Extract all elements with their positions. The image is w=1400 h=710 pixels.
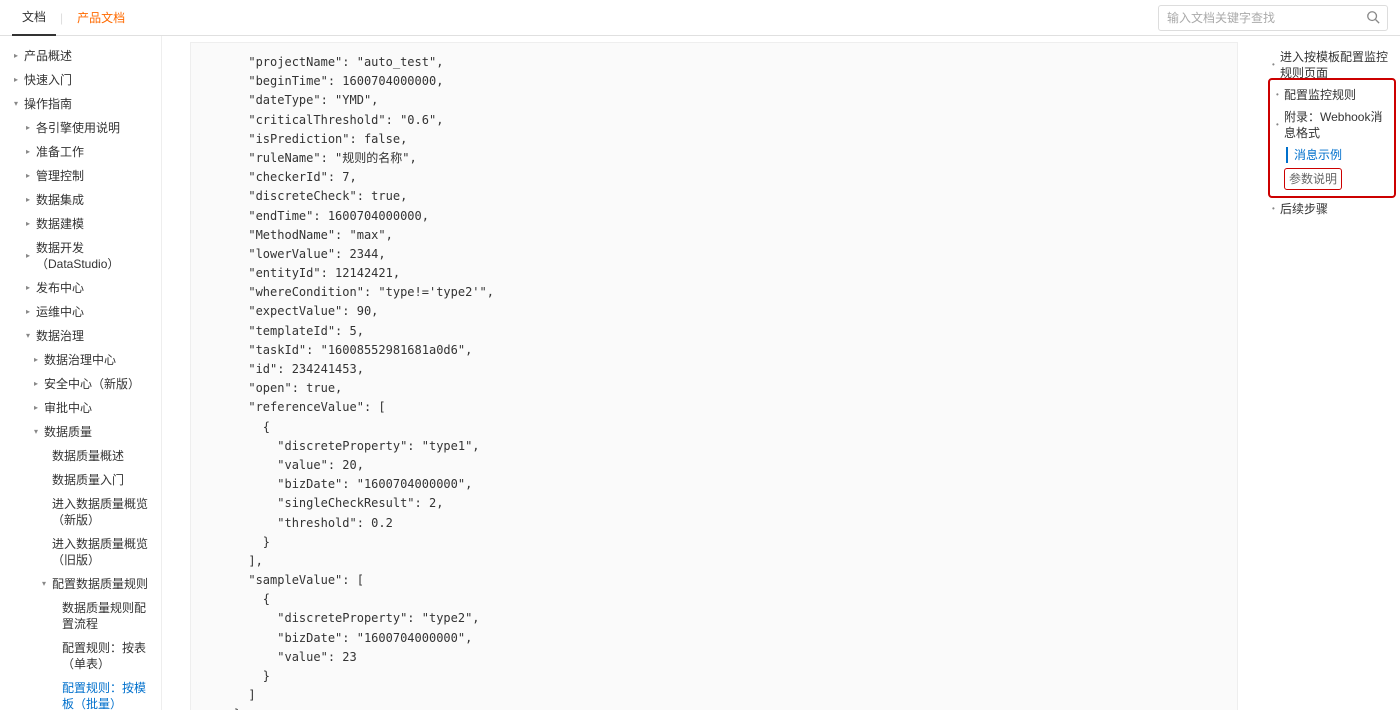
sidebar-item-label: 配置规则：按模板（批量） bbox=[62, 680, 155, 710]
chevron-icon: ▾ bbox=[42, 576, 52, 592]
chevron-icon: ▸ bbox=[26, 280, 36, 296]
outline: •进入按模板配置监控规则页面•配置监控规则•附录：Webhook消息格式消息示例… bbox=[1260, 36, 1400, 710]
sidebar-item-label: 进入数据质量概览（旧版） bbox=[52, 536, 155, 568]
sidebar-item[interactable]: ▸发布中心 bbox=[0, 276, 161, 300]
chevron-icon: ▸ bbox=[26, 168, 36, 184]
outline-item[interactable]: •附录：Webhook消息格式 bbox=[1272, 106, 1392, 144]
topbar: 文档 | 产品文档 bbox=[0, 0, 1400, 36]
bullet-icon: • bbox=[1272, 201, 1280, 217]
outline-item-label: 配置监控规则 bbox=[1284, 87, 1356, 103]
sidebar-item-label: 数据质量入门 bbox=[52, 472, 124, 488]
outline-highlight-box: •配置监控规则•附录：Webhook消息格式消息示例参数说明 bbox=[1268, 78, 1396, 198]
search-wrap bbox=[1158, 5, 1388, 31]
chevron-icon: ▾ bbox=[14, 96, 24, 112]
sidebar-item-label: 配置数据质量规则 bbox=[52, 576, 148, 592]
sidebar-item-label: 发布中心 bbox=[36, 280, 84, 296]
chevron-icon: ▸ bbox=[26, 248, 36, 264]
sidebar-item[interactable]: ▸运维中心 bbox=[0, 300, 161, 324]
chevron-icon: ▸ bbox=[26, 144, 36, 160]
sidebar-item-label: 数据治理中心 bbox=[44, 352, 116, 368]
sidebar-item-label: 数据集成 bbox=[36, 192, 84, 208]
chevron-icon: ▸ bbox=[26, 192, 36, 208]
sidebar-item-label: 管理控制 bbox=[36, 168, 84, 184]
chevron-icon: ▾ bbox=[34, 424, 44, 440]
sidebar-item-label: 各引擎使用说明 bbox=[36, 120, 120, 136]
sidebar-item[interactable]: ▸安全中心（新版） bbox=[0, 372, 161, 396]
sidebar-item[interactable]: 进入数据质量概览（新版） bbox=[0, 492, 161, 532]
outline-item-label: 消息示例 bbox=[1286, 147, 1342, 163]
sidebar-item[interactable]: ▾数据治理 bbox=[0, 324, 161, 348]
sidebar-item-label: 准备工作 bbox=[36, 144, 84, 160]
outline-item-label: 附录：Webhook消息格式 bbox=[1284, 109, 1390, 141]
code-block: "projectName": "auto_test", "beginTime":… bbox=[190, 42, 1238, 710]
sidebar-item[interactable]: ▾操作指南 bbox=[0, 92, 161, 116]
outline-item[interactable]: 参数说明 bbox=[1284, 168, 1342, 190]
sidebar-item[interactable]: 配置规则：按模板（批量） bbox=[0, 676, 161, 710]
sidebar-item[interactable]: ▸快速入门 bbox=[0, 68, 161, 92]
sidebar-item[interactable]: ▸准备工作 bbox=[0, 140, 161, 164]
sidebar-item[interactable]: 数据质量概述 bbox=[0, 444, 161, 468]
chevron-icon: ▸ bbox=[34, 376, 44, 392]
chevron-icon: ▸ bbox=[26, 120, 36, 136]
sidebar-item-label: 数据开发（DataStudio） bbox=[36, 240, 155, 272]
sidebar-item[interactable]: 数据质量规则配置流程 bbox=[0, 596, 161, 636]
search-icon[interactable] bbox=[1366, 10, 1380, 24]
sidebar-item[interactable]: ▸数据开发（DataStudio） bbox=[0, 236, 161, 276]
sidebar-item[interactable]: ▸数据治理中心 bbox=[0, 348, 161, 372]
sidebar-item-label: 运维中心 bbox=[36, 304, 84, 320]
sidebar-item-label: 配置规则：按表（单表） bbox=[62, 640, 155, 672]
sidebar-item-label: 数据质量规则配置流程 bbox=[62, 600, 155, 632]
sidebar-item-label: 数据治理 bbox=[36, 328, 84, 344]
outline-item[interactable]: •进入按模板配置监控规则页面 bbox=[1268, 46, 1396, 84]
sidebar-item-label: 数据建模 bbox=[36, 216, 84, 232]
chevron-icon: ▸ bbox=[34, 400, 44, 416]
bullet-icon: • bbox=[1276, 117, 1284, 133]
chevron-icon: ▸ bbox=[14, 72, 24, 88]
outline-item[interactable]: •配置监控规则 bbox=[1272, 84, 1392, 106]
sidebar[interactable]: ▸产品概述▸快速入门▾操作指南▸各引擎使用说明▸准备工作▸管理控制▸数据集成▸数… bbox=[0, 36, 162, 710]
outline-item[interactable]: •后续步骤 bbox=[1268, 198, 1396, 220]
sidebar-item-label: 操作指南 bbox=[24, 96, 72, 112]
outline-item-label: 进入按模板配置监控规则页面 bbox=[1280, 49, 1394, 81]
sidebar-item[interactable]: 配置规则：按表（单表） bbox=[0, 636, 161, 676]
outline-item-label: 参数说明 bbox=[1289, 172, 1337, 186]
tab-separator: | bbox=[60, 11, 63, 25]
sidebar-item-label: 数据质量概述 bbox=[52, 448, 124, 464]
sidebar-item-label: 审批中心 bbox=[44, 400, 92, 416]
tab-doc[interactable]: 文档 bbox=[12, 0, 56, 36]
chevron-icon: ▸ bbox=[26, 216, 36, 232]
sidebar-item-label: 安全中心（新版） bbox=[44, 376, 140, 392]
chevron-icon: ▸ bbox=[14, 48, 24, 64]
sidebar-item[interactable]: ▾配置数据质量规则 bbox=[0, 572, 161, 596]
outline-item[interactable]: 消息示例 bbox=[1272, 144, 1392, 166]
sidebar-item[interactable]: 进入数据质量概览（旧版） bbox=[0, 532, 161, 572]
sidebar-item-label: 数据质量 bbox=[44, 424, 92, 440]
sidebar-item[interactable]: ▸产品概述 bbox=[0, 44, 161, 68]
sidebar-item[interactable]: ▸审批中心 bbox=[0, 396, 161, 420]
search-input[interactable] bbox=[1158, 5, 1388, 31]
chevron-icon: ▸ bbox=[34, 352, 44, 368]
sidebar-item[interactable]: ▸数据建模 bbox=[0, 212, 161, 236]
bullet-icon: • bbox=[1272, 57, 1280, 73]
sidebar-item[interactable]: 数据质量入门 bbox=[0, 468, 161, 492]
main-content[interactable]: "projectName": "auto_test", "beginTime":… bbox=[162, 36, 1260, 710]
sidebar-item[interactable]: ▸数据集成 bbox=[0, 188, 161, 212]
sidebar-item[interactable]: ▸管理控制 bbox=[0, 164, 161, 188]
sidebar-item-label: 产品概述 bbox=[24, 48, 72, 64]
sidebar-item-label: 快速入门 bbox=[24, 72, 72, 88]
chevron-icon: ▸ bbox=[26, 304, 36, 320]
sidebar-item-label: 进入数据质量概览（新版） bbox=[52, 496, 155, 528]
tab-product-doc[interactable]: 产品文档 bbox=[67, 0, 135, 36]
bullet-icon: • bbox=[1276, 87, 1284, 103]
sidebar-item[interactable]: ▸各引擎使用说明 bbox=[0, 116, 161, 140]
chevron-icon: ▾ bbox=[26, 328, 36, 344]
outline-item-label: 后续步骤 bbox=[1280, 201, 1328, 217]
sidebar-item[interactable]: ▾数据质量 bbox=[0, 420, 161, 444]
